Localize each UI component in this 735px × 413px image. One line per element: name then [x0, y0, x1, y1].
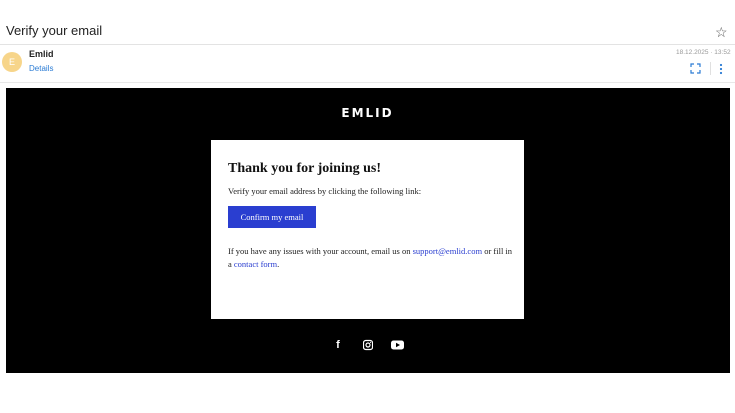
- vertical-divider: [710, 62, 711, 75]
- contact-form-link[interactable]: contact form: [234, 259, 277, 269]
- youtube-icon[interactable]: [391, 339, 404, 351]
- email-header-bar: [0, 0, 735, 45]
- support-email-link[interactable]: support@emlid.com: [413, 246, 482, 256]
- more-vertical-icon[interactable]: [718, 63, 724, 75]
- facebook-icon[interactable]: f: [333, 339, 343, 351]
- instagram-icon[interactable]: [363, 339, 373, 351]
- email-date: 18.12.2025 · 13:52: [676, 49, 731, 56]
- emlid-logo: EMLID: [341, 106, 394, 120]
- confirm-email-button[interactable]: Confirm my email: [228, 206, 316, 228]
- email-subject: Verify your email: [6, 23, 103, 38]
- issues-suffix: .: [277, 259, 280, 269]
- issues-prefix: If you have any issues with your account…: [228, 246, 413, 256]
- email-title: Thank you for joining us!: [228, 161, 382, 176]
- email-intro: Verify your email address by clicking th…: [228, 186, 422, 196]
- expand-icon[interactable]: [690, 63, 701, 74]
- sender-name: Emlid: [29, 49, 54, 59]
- star-icon[interactable]: ☆: [715, 25, 729, 39]
- avatar: E: [2, 52, 22, 72]
- details-link[interactable]: Details: [29, 64, 53, 73]
- issues-paragraph: If you have any issues with your account…: [228, 245, 516, 271]
- sender-bar: [0, 45, 735, 83]
